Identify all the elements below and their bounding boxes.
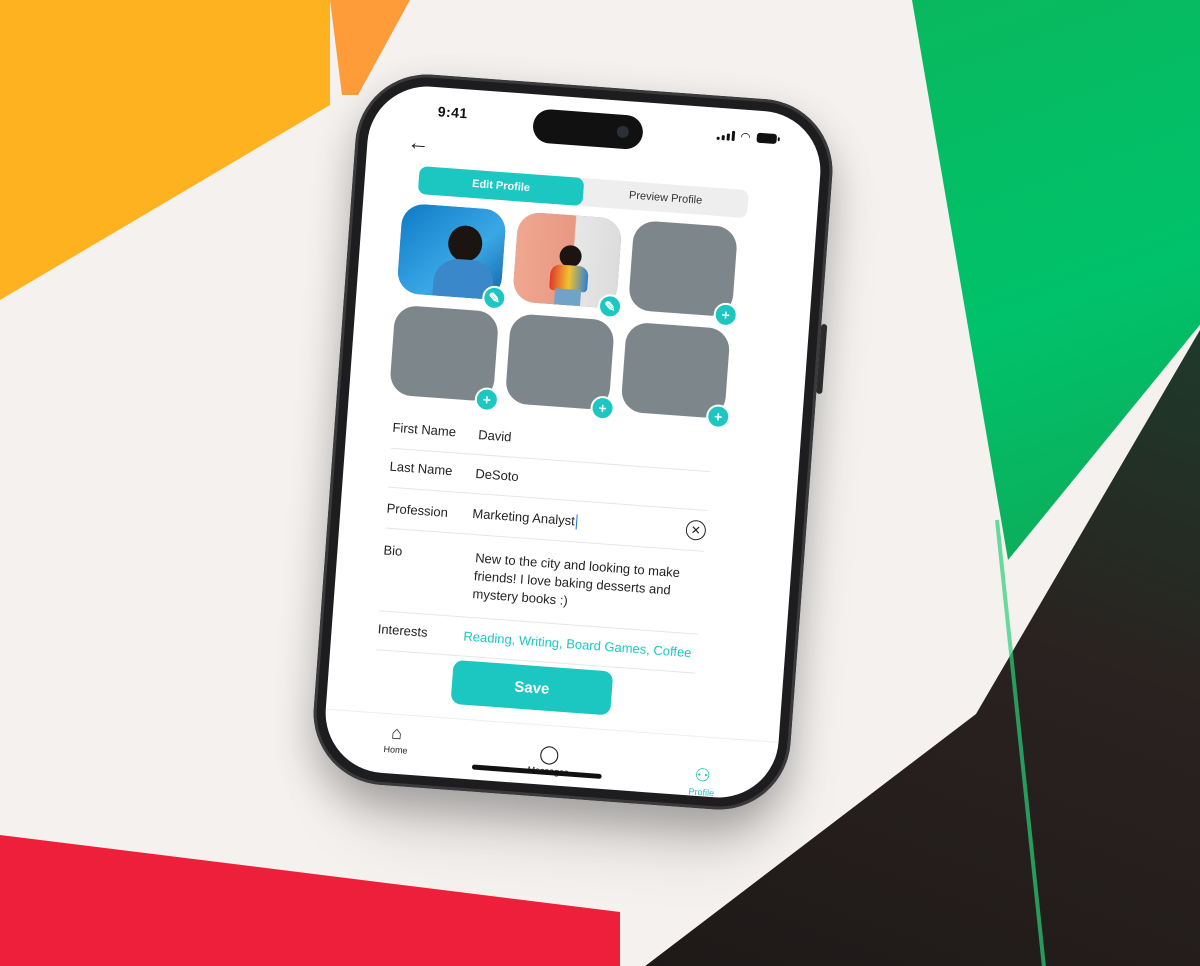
profession-label: Profession xyxy=(386,500,449,520)
edit-photo-1-pencil-icon[interactable]: ✎ xyxy=(481,285,508,311)
background-red-block xyxy=(0,835,620,966)
profile-form: First Name David Last Name DeSoto Profes… xyxy=(376,409,714,674)
photo-slot-1[interactable]: ✎ xyxy=(396,202,508,311)
signal-icon xyxy=(716,130,735,141)
photo-slot-4[interactable]: + xyxy=(388,304,500,413)
last-name-label: Last Name xyxy=(389,458,453,479)
chat-bubble-icon: ◯ xyxy=(538,743,561,765)
first-name-field[interactable]: David xyxy=(478,426,713,461)
profession-field[interactable]: Marketing Analyst xyxy=(472,505,687,539)
home-icon: ⌂ xyxy=(390,722,403,744)
save-button[interactable]: Save xyxy=(450,659,614,716)
battery-icon xyxy=(756,132,778,145)
camera-icon xyxy=(616,125,630,139)
status-icons: ◠ xyxy=(716,129,778,145)
tab-edit-profile[interactable]: Edit Profile xyxy=(417,166,585,207)
add-photo-4-plus-icon[interactable]: + xyxy=(474,386,500,413)
bio-label: Bio xyxy=(383,542,403,559)
phone-device: 9:41 ◠ ← Edit Profile Preview Profile ✎ xyxy=(308,69,838,815)
photo-slot-5[interactable]: + xyxy=(504,313,616,421)
tab-profile[interactable]: ⚇ Profile xyxy=(688,764,716,798)
edit-photo-2-pencil-icon[interactable]: ✎ xyxy=(597,293,623,320)
back-arrow-icon[interactable]: ← xyxy=(407,129,431,157)
clear-field-icon[interactable]: ✕ xyxy=(685,519,707,541)
tab-home[interactable]: ⌂ Home xyxy=(383,722,409,756)
background-orange-block xyxy=(0,0,330,300)
photo-grid: ✎ ✎ + + + + xyxy=(388,202,752,430)
tab-profile-label: Profile xyxy=(688,786,715,799)
first-name-label: First Name xyxy=(392,419,457,440)
interests-label: Interests xyxy=(377,621,429,640)
add-photo-5-plus-icon[interactable]: + xyxy=(589,395,616,421)
text-caret xyxy=(575,514,578,530)
tab-home-label: Home xyxy=(383,743,408,756)
tab-preview-profile[interactable]: Preview Profile xyxy=(582,178,749,218)
wifi-icon: ◠ xyxy=(739,129,752,145)
phone-screen: 9:41 ◠ ← Edit Profile Preview Profile ✎ xyxy=(321,82,825,802)
interests-field[interactable]: Reading, Writing, Board Games, Coffee xyxy=(463,628,698,663)
side-button xyxy=(816,323,828,395)
photo-slot-3[interactable]: + xyxy=(627,219,739,328)
bio-field[interactable]: New to the city and looking to make frie… xyxy=(466,549,703,620)
dynamic-island xyxy=(531,108,645,151)
last-name-field[interactable]: DeSoto xyxy=(475,465,710,500)
person-icon: ⚇ xyxy=(693,764,712,786)
add-photo-3-plus-icon[interactable]: + xyxy=(712,301,739,328)
add-photo-6-plus-icon[interactable]: + xyxy=(705,403,732,430)
status-time: 9:41 xyxy=(437,103,469,122)
photo-slot-6[interactable]: + xyxy=(620,321,732,430)
photo-slot-2[interactable]: ✎ xyxy=(512,211,623,320)
profession-value: Marketing Analyst xyxy=(471,505,576,529)
